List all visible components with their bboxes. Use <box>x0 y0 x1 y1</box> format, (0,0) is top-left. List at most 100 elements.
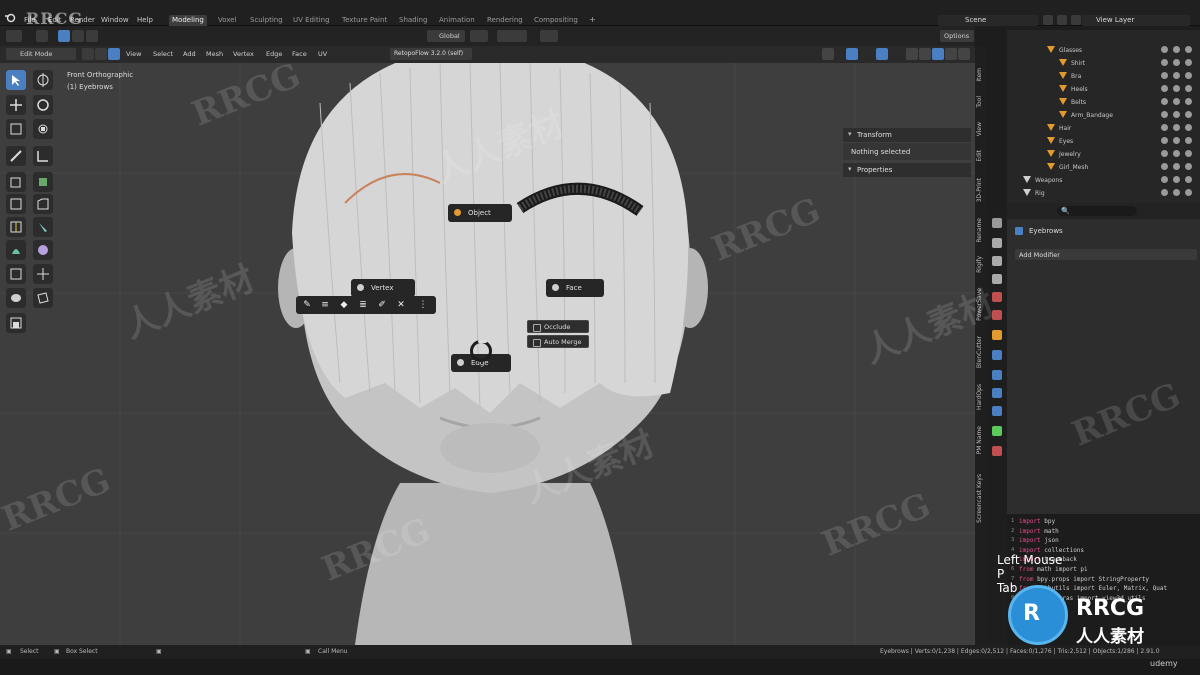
annotate-tool[interactable] <box>6 146 26 166</box>
face-mode-icon[interactable] <box>108 48 120 60</box>
particles-icon[interactable] <box>992 370 1002 380</box>
smooth-tool[interactable] <box>6 264 26 284</box>
add-workspace-button[interactable]: + <box>589 15 596 24</box>
tab-voxel[interactable]: Voxel <box>215 15 240 26</box>
render-props-icon[interactable] <box>992 238 1002 248</box>
view-layer-props-icon[interactable] <box>992 274 1002 284</box>
sidetab-item[interactable]: Item <box>976 68 983 82</box>
outliner-row[interactable]: Hair <box>1007 122 1200 135</box>
outliner-row[interactable]: Shirt <box>1007 57 1200 70</box>
vertex-mode-icon[interactable] <box>82 48 94 60</box>
select-toggle-icon[interactable] <box>1161 163 1168 170</box>
camera-icon[interactable] <box>1185 150 1192 157</box>
new-scene-icon[interactable] <box>1043 15 1053 25</box>
tab-sculpting[interactable]: Sculpting <box>247 15 286 26</box>
select-box-tool[interactable] <box>6 70 26 90</box>
eye-icon[interactable] <box>1173 163 1180 170</box>
edge-slide-tool[interactable] <box>33 264 53 284</box>
sidetab-rigify[interactable]: Rigify <box>976 256 983 273</box>
eye-icon[interactable] <box>1173 72 1180 79</box>
add-modifier-dropdown[interactable]: Add Modifier <box>1015 249 1197 260</box>
knife-tool[interactable] <box>33 217 53 237</box>
menu-uv[interactable]: UV <box>318 50 327 58</box>
outliner-row[interactable]: Weapons <box>1007 174 1200 187</box>
extrude-icon[interactable]: ≡ <box>320 300 330 310</box>
tab-uv-editing[interactable]: UV Editing <box>290 15 333 26</box>
eye-icon[interactable] <box>1173 124 1180 131</box>
select-toggle-icon[interactable] <box>1161 124 1168 131</box>
eye-icon[interactable] <box>1173 59 1180 66</box>
outliner-row[interactable]: Rig <box>1007 187 1200 200</box>
transform-orientation-dropdown[interactable]: Global <box>427 30 465 42</box>
mode-dropdown[interactable]: Edit Mode <box>6 48 76 60</box>
eye-icon[interactable] <box>1173 85 1180 92</box>
visibility-icon[interactable] <box>822 48 834 60</box>
object-data-icon[interactable] <box>992 426 1002 436</box>
inset-faces-tool[interactable] <box>6 194 26 214</box>
outliner-row[interactable]: Eyes <box>1007 135 1200 148</box>
transform-tool[interactable] <box>33 119 53 139</box>
spin-tool[interactable] <box>33 240 53 260</box>
scissors-icon[interactable]: ✕ <box>396 300 406 310</box>
select-mode-icon[interactable] <box>36 30 48 42</box>
extrude-region-tool[interactable] <box>33 172 53 192</box>
sidetab-pm-name[interactable]: PM Name <box>976 426 983 454</box>
camera-icon[interactable] <box>1185 111 1192 118</box>
bevel-tool[interactable] <box>33 194 53 214</box>
pie-vertex-button[interactable]: Vertex <box>351 279 415 297</box>
eye-icon[interactable] <box>1173 137 1180 144</box>
bevel-icon[interactable]: ≣ <box>358 300 368 310</box>
camera-icon[interactable] <box>1185 124 1192 131</box>
menu-help[interactable]: Help <box>137 16 153 24</box>
properties-section-header[interactable]: Properties <box>843 163 971 177</box>
blender-logo-icon[interactable] <box>4 13 18 23</box>
outliner-search-field[interactable]: 🔍 <box>1057 206 1137 216</box>
poly-build-tool[interactable] <box>6 240 26 260</box>
tab-shading[interactable]: Shading <box>396 15 430 26</box>
loop-cut-tool[interactable] <box>6 217 26 237</box>
tab-animation[interactable]: Animation <box>436 15 478 26</box>
material-shading-icon[interactable] <box>945 48 957 60</box>
face-select-icon[interactable] <box>86 30 98 42</box>
sidetab-3d-print[interactable]: 3D-Print <box>976 178 983 202</box>
sidetab-rename[interactable]: Rename <box>976 218 983 243</box>
select-toggle-icon[interactable] <box>1161 150 1168 157</box>
eye-icon[interactable] <box>1173 189 1180 196</box>
menu-select[interactable]: Select <box>153 50 173 58</box>
editor-type-icon[interactable] <box>6 30 22 42</box>
camera-icon[interactable] <box>1185 46 1192 53</box>
outliner-row[interactable]: Jewelry <box>1007 148 1200 161</box>
outliner-row[interactable]: Heels <box>1007 83 1200 96</box>
tab-compositing[interactable]: Compositing <box>531 15 581 26</box>
tab-modeling[interactable]: Modeling <box>169 15 207 26</box>
camera-icon[interactable] <box>1185 98 1192 105</box>
rotate-tool[interactable] <box>33 95 53 115</box>
modifier-wrench-icon[interactable] <box>992 350 1002 360</box>
pivot-icon[interactable] <box>470 30 488 42</box>
menu-edge[interactable]: Edge <box>266 50 282 58</box>
shrink-fatten-tool[interactable] <box>6 288 26 308</box>
select-toggle-icon[interactable] <box>1161 85 1168 92</box>
camera-icon[interactable] <box>1185 137 1192 144</box>
camera-icon[interactable] <box>1185 176 1192 183</box>
select-toggle-icon[interactable] <box>1161 46 1168 53</box>
retopoflow-button[interactable]: RetopoFlow 3.2.0 (self) <box>390 48 472 60</box>
proportional-edit-icon[interactable] <box>540 30 558 42</box>
add-cube-tool[interactable] <box>6 172 26 192</box>
rendered-shading-icon[interactable] <box>958 48 970 60</box>
transform-section-header[interactable]: Transform <box>843 128 971 142</box>
camera-icon[interactable] <box>1185 189 1192 196</box>
snap-icon[interactable] <box>497 30 527 42</box>
inset-icon[interactable]: ◆ <box>339 300 349 310</box>
eye-icon[interactable] <box>1173 176 1180 183</box>
scene-props-icon[interactable] <box>992 292 1002 302</box>
menu-mesh[interactable]: Mesh <box>206 50 223 58</box>
delete-scene-icon[interactable] <box>1057 15 1067 25</box>
sidetab-screencast-keys[interactable]: Screencast Keys <box>976 474 983 523</box>
occlude-toggle[interactable]: Occlude <box>527 320 589 333</box>
pie-face-button[interactable]: Face <box>546 279 604 297</box>
sidetab-hardops[interactable]: HardOps <box>976 384 983 410</box>
auto-merge-toggle[interactable]: Auto Merge <box>527 335 589 348</box>
output-props-icon[interactable] <box>992 256 1002 266</box>
select-toggle-icon[interactable] <box>1161 189 1168 196</box>
